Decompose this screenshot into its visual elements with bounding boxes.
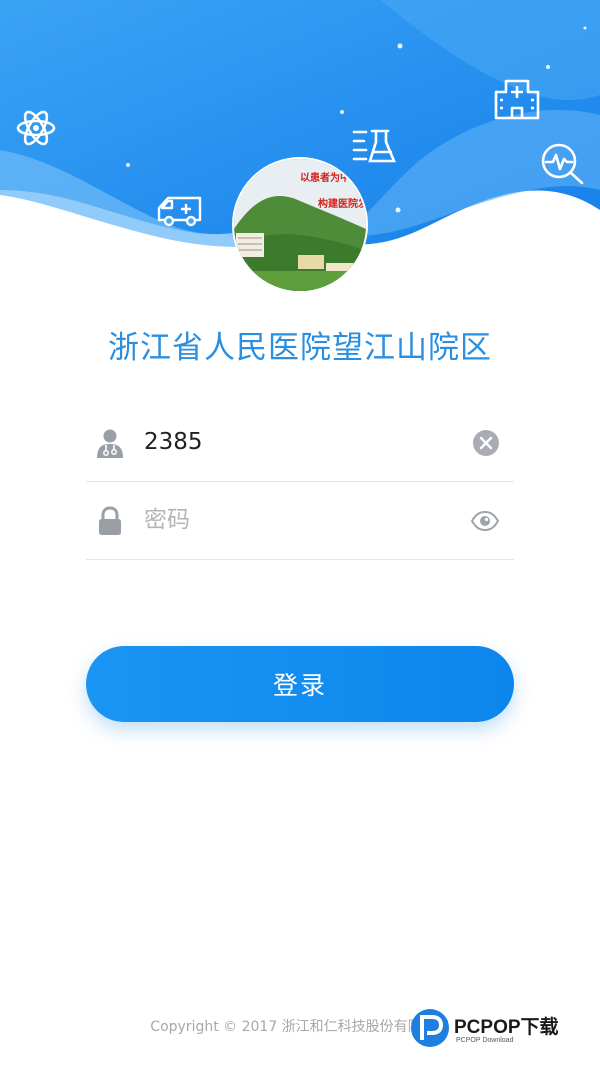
heart-monitor-icon xyxy=(541,143,584,185)
login-screen: 以患者为中心 构建医院发展 浙江省人民医院望江山院区 xyxy=(0,0,600,1067)
banner-line-2: 构建医院发展 xyxy=(318,197,366,210)
flask-icon xyxy=(352,129,396,163)
username-input[interactable] xyxy=(144,423,454,461)
password-input[interactable] xyxy=(144,501,454,539)
hospital-avatar: 以患者为中心 构建医院发展 xyxy=(232,157,368,293)
lock-icon xyxy=(99,506,121,535)
doctor-user-icon xyxy=(97,429,123,458)
password-field xyxy=(86,481,514,560)
pcpop-logo-icon xyxy=(411,1009,449,1047)
clear-icon[interactable] xyxy=(472,429,500,457)
pcpop-watermark: PCPOP下载 PCPOP Download xyxy=(410,1004,595,1054)
watermark-subtitle: PCPOP Download xyxy=(456,1037,514,1044)
atom-icon xyxy=(16,110,56,146)
watermark-title: PCPOP下载 xyxy=(454,1017,559,1038)
login-button[interactable]: 登录 xyxy=(86,646,514,722)
username-field xyxy=(86,403,514,482)
hospital-name-title: 浙江省人民医院望江山院区 xyxy=(108,330,492,366)
ambulance-icon xyxy=(157,196,202,227)
eye-icon[interactable] xyxy=(470,507,500,535)
hospital-building-icon xyxy=(494,79,540,120)
